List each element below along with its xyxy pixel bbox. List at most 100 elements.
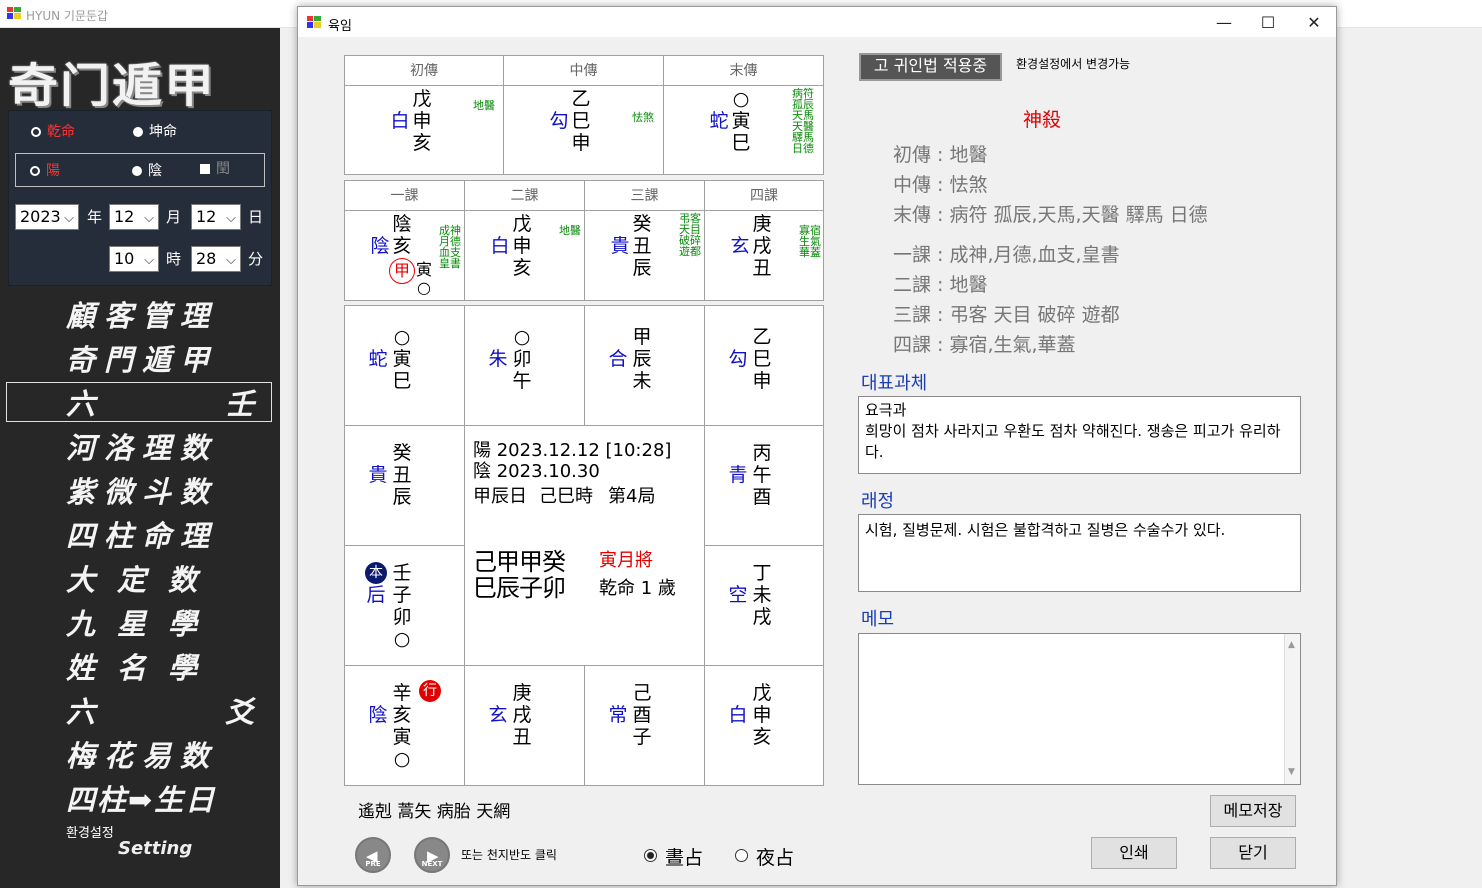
menu-saju-to-birthday[interactable]: 四柱➡生日 (66, 780, 216, 820)
empty-mark: ○ (417, 278, 431, 297)
menu-qimen-dunjia[interactable]: 奇門遁甲 (66, 340, 216, 380)
branch-char: 亥 (412, 132, 432, 154)
sinsal-line: 三課 : 弔客 天目 破碎 遊都 (893, 304, 1120, 326)
menu-heluo-lishu[interactable]: 河洛理数 (66, 428, 216, 468)
lunar-radio[interactable]: 陰 (132, 162, 162, 180)
board-char: 乙 (752, 326, 772, 348)
representative-textbox[interactable]: 요극과 희망이 점차 사라지고 우환도 점차 약해진다. 쟁송은 피고가 유리하… (858, 396, 1301, 474)
representative-description: 희망이 점차 사라지고 우환도 점차 약해진다. 쟁송은 피고가 유리하다. (865, 422, 1281, 461)
sinsal-tag: 遊都 (679, 245, 701, 258)
board-cell-bottom-4[interactable]: 戊 申 亥 白 (704, 665, 824, 786)
liuren-dialog: 육임 — ☐ ✕ 初傳 戊 申 亥 白 地醫 中傳 乙 巳 申 勾 怯煞 末傳 … (297, 6, 1337, 886)
female-radio[interactable]: 坤命 (133, 123, 177, 141)
stem-char: 戊 (512, 213, 532, 235)
daytime-radio[interactable]: 晝占 (644, 843, 703, 870)
print-button[interactable]: 인쇄 (1091, 837, 1177, 869)
minimize-button[interactable]: — (1204, 11, 1244, 35)
board-char: 子 (392, 584, 412, 606)
sagwa-cell-3[interactable]: 三課 癸 丑 辰 貴 弔客 天目 破碎 遊都 (584, 180, 705, 301)
sinsal-line: 中傳 : 怯煞 (893, 174, 988, 196)
leap-month-checkbox[interactable]: 閏 (200, 160, 230, 178)
settings-label-ko[interactable]: 환경설정 (66, 822, 114, 841)
day-select[interactable]: 12 ⌵ (191, 204, 241, 230)
board-cell-top-2[interactable]: ○ 卯 午 朱 (464, 305, 585, 426)
board-char: 甲 (632, 326, 652, 348)
next-button[interactable]: ▶ NEXT (414, 837, 450, 873)
settings-label-en[interactable]: Setting (118, 838, 192, 859)
board-cell-bottom-2[interactable]: 庚 戌 丑 玄 (464, 665, 585, 786)
minute-select[interactable]: 28 ⌵ (191, 246, 241, 272)
branch-char: 寅 (731, 110, 751, 132)
chevron-down-icon: ⌵ (64, 211, 74, 226)
sanjeon-cell-1[interactable]: 初傳 戊 申 亥 白 地醫 (344, 55, 504, 175)
sagwa-cell-4[interactable]: 四課 庚 戌 丑 玄 寡宿 生氣 華蓋 (704, 180, 824, 301)
board-cell-top-4[interactable]: 乙 巳 申 勾 (704, 305, 824, 426)
solar-radio[interactable]: 陽 (30, 162, 60, 180)
board-char: 戌 (752, 606, 772, 628)
maximize-button[interactable]: ☐ (1248, 11, 1288, 35)
menu-liuyao[interactable]: 六 爻 (66, 692, 254, 732)
raejeong-textbox[interactable]: 시험, 질병문제. 시험은 불합격하고 질병은 수술수가 있다. (858, 514, 1301, 592)
year-select[interactable]: 2023 ⌵ (15, 204, 79, 230)
action-badge: 行 (419, 680, 441, 702)
heavenly-general: 蛇 (709, 110, 729, 132)
origin-badge: 本 (365, 562, 387, 584)
menu-meihua-yishu[interactable]: 梅花易数 (66, 736, 216, 776)
board-char: 午 (752, 464, 772, 486)
four-pillars-branches: 巳辰子卯 (473, 574, 566, 602)
sinsal-tag: 怯煞 (632, 111, 654, 124)
memo-scrollbar[interactable]: ▲ ▼ (1284, 634, 1300, 784)
board-cell-bottom-1[interactable]: 辛 行 亥 寅 ○ 陰 (344, 665, 465, 786)
chevron-down-icon: ⌵ (226, 253, 236, 268)
board-cell-left-1[interactable]: 癸 丑 辰 貴 (344, 425, 465, 546)
board-cell-right-1[interactable]: 丙 午 酉 青 (704, 425, 824, 546)
close-button[interactable]: 닫기 (1210, 837, 1296, 869)
chevron-down-icon: ⌵ (144, 211, 154, 226)
sinsal-line: 二課 : 地醫 (893, 274, 988, 296)
sanjeon-header: 末傳 (664, 56, 823, 86)
board-cell-top-1[interactable]: ○ 寅 巳 蛇 (344, 305, 465, 426)
sanjeon-cell-2[interactable]: 中傳 乙 巳 申 勾 怯煞 (503, 55, 664, 175)
main-window-title: HYUN 기문둔갑 (26, 9, 109, 23)
menu-saju-myeongri[interactable]: 四柱命理 (66, 516, 216, 556)
month-select[interactable]: 12 ⌵ (109, 204, 159, 230)
prev-button[interactable]: ◀ PRE (355, 837, 391, 873)
board-char: 戌 (512, 704, 532, 726)
board-cell-top-3[interactable]: 甲 辰 未 合 (584, 305, 705, 426)
heavenly-general: 合 (608, 348, 628, 370)
sanjeon-cell-3[interactable]: 末傳 ○ 寅 巳 蛇 病符 孤辰 天馬 天醫 驛馬 日德 (663, 55, 824, 175)
board-cell-bottom-3[interactable]: 己 酉 子 常 (584, 665, 705, 786)
calendar-type-group: 陽 陰 閏 (15, 153, 265, 187)
board-cell-right-2[interactable]: 丁 未 戌 空 (704, 545, 824, 666)
board-char: 戊 (752, 682, 772, 704)
menu-customer-management[interactable]: 顧客管理 (66, 296, 216, 336)
branch-char: 辰 (632, 257, 652, 279)
sinsal-line: 初傳 : 地醫 (893, 144, 988, 166)
sinsal-tag: 地醫 (559, 224, 581, 237)
board-char: 己 (632, 682, 652, 704)
male-radio[interactable]: 乾命 (31, 123, 75, 141)
heavenly-general: 勾 (728, 348, 748, 370)
board-char: 辰 (392, 486, 412, 508)
age-label: 乾命 1 歲 (599, 578, 676, 599)
menu-seongmyeong-hak[interactable]: 姓名學 (66, 648, 216, 688)
mode-note: 환경설정에서 변경가능 (1016, 57, 1131, 71)
save-memo-button[interactable]: 메모저장 (1210, 795, 1296, 827)
memo-textarea[interactable]: ▲ ▼ (858, 633, 1301, 785)
menu-daejeong-su[interactable]: 大定数 (66, 560, 216, 600)
menu-gusung-hak[interactable]: 九星學 (66, 604, 216, 644)
heavenly-general: 陰 (368, 704, 388, 726)
nighttime-radio[interactable]: 夜占 (735, 843, 794, 870)
day-label: 日 (248, 208, 264, 226)
hour-select[interactable]: 10 ⌵ (109, 246, 159, 272)
noble-method-button[interactable]: 고 귀인법 적용중 (859, 53, 1002, 81)
sagwa-cell-2[interactable]: 二課 戊 申 亥 白 地醫 (464, 180, 585, 301)
sanjeon-header: 中傳 (504, 56, 663, 86)
menu-liuren[interactable]: 六 壬 (66, 384, 254, 424)
close-window-button[interactable]: ✕ (1294, 11, 1334, 35)
sagwa-cell-1[interactable]: 一課 陰 亥 陰 甲 寅 ○ 成神 月德 血支 皇書 (344, 180, 465, 301)
menu-ziwei-doushu[interactable]: 紫微斗数 (66, 472, 216, 512)
board-cell-left-2[interactable]: 本 壬 子 卯 ○ 后 (344, 545, 465, 666)
board-char: 寅 (392, 348, 412, 370)
board-char: 丑 (392, 464, 412, 486)
